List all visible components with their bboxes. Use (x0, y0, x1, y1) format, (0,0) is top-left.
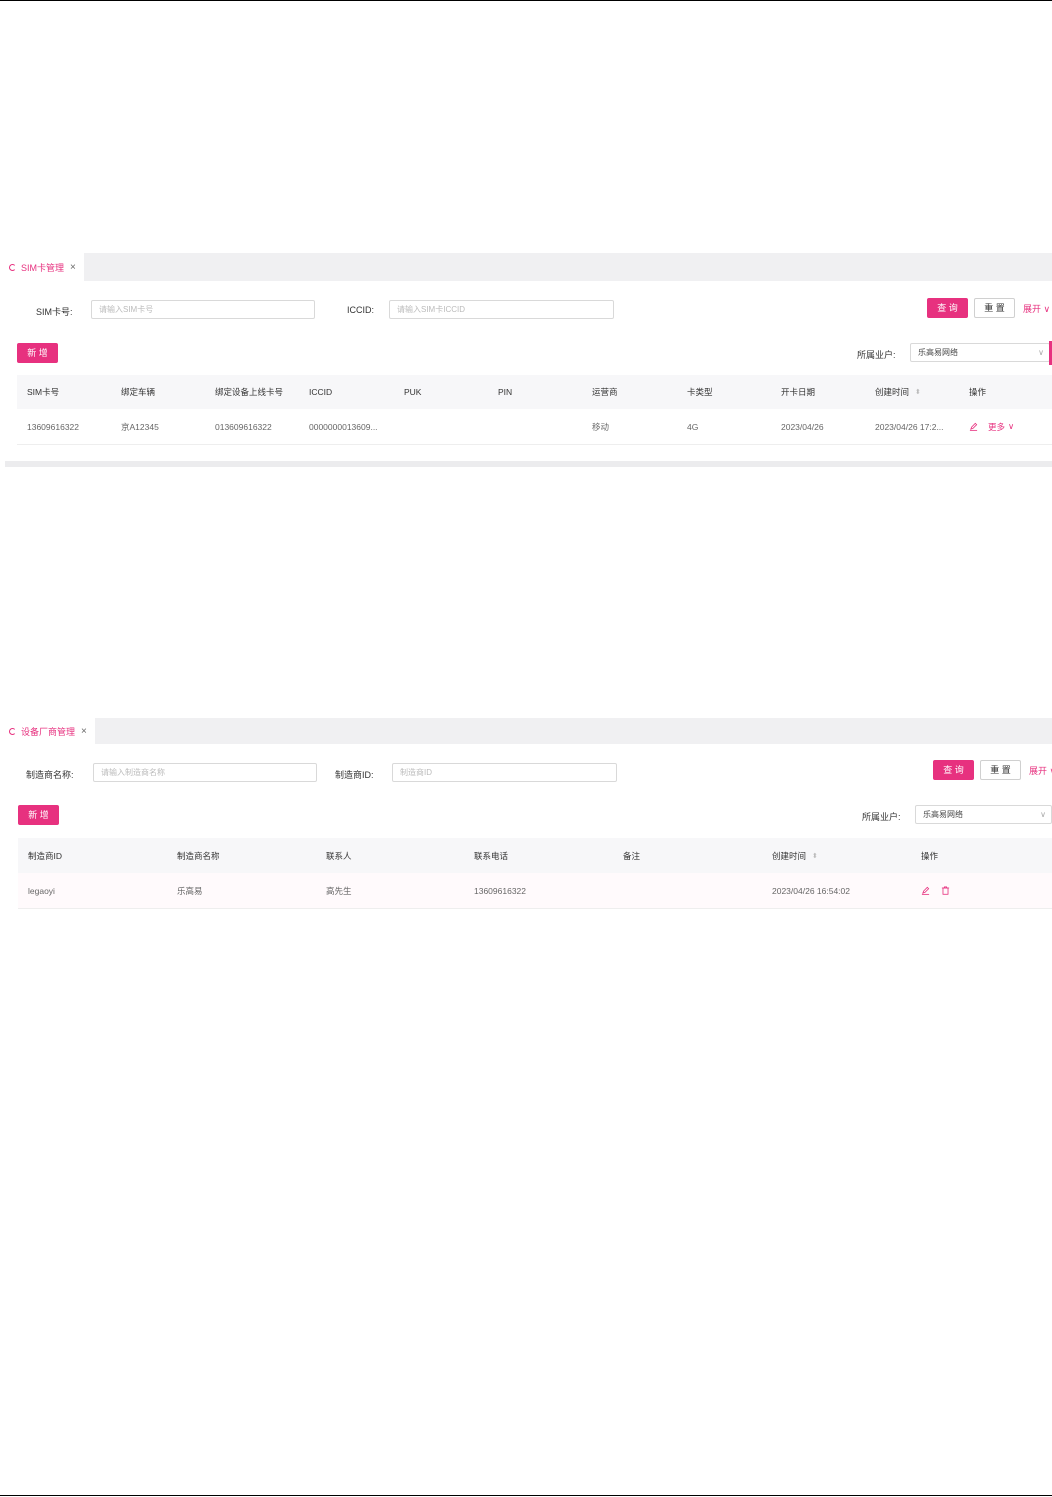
cell-manufacturer-name: 乐高易 (177, 885, 203, 896)
cell-card-type: 4G (687, 421, 699, 432)
edit-icon[interactable] (969, 422, 978, 431)
expand-link[interactable]: 展开 ∨ (1029, 764, 1052, 777)
col-device-card: 绑定设备上线卡号 (215, 387, 284, 397)
bottom-scrollbar[interactable] (5, 461, 1052, 467)
sim-table-header: SIM卡号 绑定车辆 绑定设备上线卡号 ICCID PUK PIN 运营商 卡类… (17, 375, 1052, 409)
cell-phone: 13609616322 (474, 885, 527, 896)
sim-management-panel: SIM卡管理 × SIM卡号: 请输入SIM卡号 ICCID: 请输入SIM卡I… (5, 253, 1052, 467)
col-contact: 联系人 (326, 850, 352, 861)
tab-manufacturer-management[interactable]: 设备厂商管理 × (5, 718, 95, 744)
loading-icon (9, 727, 16, 735)
row-actions (921, 873, 950, 908)
col-actions: 操作 (969, 387, 987, 397)
col-carrier: 运营商 (592, 387, 618, 397)
sort-icon[interactable]: ⬍ (812, 852, 818, 860)
col-actions: 操作 (921, 850, 939, 861)
sort-icon[interactable]: ⬍ (915, 388, 921, 396)
col-manufacturer-name: 制造商名称 (177, 850, 220, 861)
chevron-down-icon: ∨ (1008, 421, 1015, 431)
manufacturer-name-input[interactable]: 请输入制造商名称 (93, 763, 317, 782)
edit-icon[interactable] (921, 886, 930, 895)
col-puk: PUK (404, 387, 422, 397)
iccid-input[interactable]: 请输入SIM卡ICCID (389, 300, 614, 319)
tenant-select[interactable]: 乐高易网络 ∨ (910, 343, 1050, 362)
loading-icon (9, 263, 16, 271)
cell-created: 2023/04/26 17:2... (875, 421, 944, 432)
expand-link[interactable]: 展开 ∨ (1023, 302, 1050, 315)
cell-contact: 高先生 (326, 885, 352, 896)
cell-vehicle: 京A12345 (121, 421, 159, 432)
chevron-down-icon: ∨ (1038, 348, 1044, 357)
manufacturer-name-label: 制造商名称: (26, 770, 74, 780)
tab-label: 设备厂商管理 (21, 726, 76, 737)
cell-open-date: 2023/04/26 (781, 421, 824, 432)
sim-tab-bar: SIM卡管理 × (5, 253, 1052, 281)
add-button[interactable]: 新 增 (17, 343, 58, 363)
tenant-select[interactable]: 乐高易网络 ∨ (915, 805, 1052, 824)
manufacturer-id-label: 制造商ID: (335, 770, 374, 780)
iccid-label: ICCID: (347, 305, 374, 315)
row-actions: 更多 ∨ (969, 409, 1014, 444)
cell-manufacturer-id: legaoyi (28, 885, 55, 896)
col-note: 备注 (623, 850, 641, 861)
tenant-value: 乐高易网络 (918, 348, 958, 357)
top-rule (0, 0, 1052, 1)
add-button[interactable]: 新 增 (18, 805, 59, 825)
manufacturer-table-header: 制造商ID 制造商名称 联系人 联系电话 备注 创建时间 ⬍ 操作 (18, 838, 1052, 873)
tab-sim-management[interactable]: SIM卡管理 × (5, 253, 84, 281)
cell-created: 2023/04/26 16:54:02 (772, 885, 850, 896)
chevron-down-icon: ∨ (1040, 810, 1046, 819)
cell-iccid: 0000000013609... (309, 421, 378, 432)
col-phone: 联系电话 (474, 850, 509, 861)
col-created[interactable]: 创建时间 ⬍ (875, 375, 921, 409)
col-sim-number: SIM卡号 (27, 387, 60, 397)
sim-number-input[interactable]: 请输入SIM卡号 (91, 300, 315, 319)
manufacturer-id-input[interactable]: 制造商ID (392, 763, 617, 782)
cell-sim-number: 13609616322 (27, 421, 80, 432)
reset-button[interactable]: 重 置 (974, 298, 1015, 318)
manufacturer-management-panel: 设备厂商管理 × 制造商名称: 请输入制造商名称 制造商ID: 制造商ID 查 … (5, 718, 1052, 913)
col-vehicle: 绑定车辆 (121, 387, 156, 397)
cell-carrier: 移动 (592, 421, 610, 432)
table-row: legaoyi 乐高易 高先生 13609616322 2023/04/26 1… (18, 873, 1052, 909)
more-link[interactable]: 更多 (988, 421, 1005, 433)
col-open-date: 开卡日期 (781, 387, 816, 397)
tenant-value: 乐高易网络 (923, 810, 963, 819)
col-card-type: 卡类型 (687, 387, 713, 397)
close-icon[interactable]: × (81, 726, 87, 737)
col-pin: PIN (498, 387, 513, 397)
sim-number-label: SIM卡号: (36, 307, 73, 317)
reset-button[interactable]: 重 置 (980, 760, 1021, 780)
tab-label: SIM卡管理 (21, 262, 65, 273)
query-button[interactable]: 查 询 (933, 760, 974, 780)
cell-device-card: 013609616322 (215, 421, 272, 432)
col-manufacturer-id: 制造商ID (28, 850, 63, 861)
manufacturer-tab-bar: 设备厂商管理 × (5, 718, 1052, 744)
col-created[interactable]: 创建时间 ⬍ (772, 838, 818, 873)
close-icon[interactable]: × (70, 262, 76, 273)
table-row: 13609616322 京A12345 013609616322 0000000… (17, 409, 1052, 445)
tenant-label: 所属业户: (862, 812, 901, 822)
bottom-rule (0, 1495, 1052, 1496)
chevron-down-icon: ∨ (1047, 766, 1052, 776)
chevron-down-icon: ∨ (1041, 304, 1051, 314)
query-button[interactable]: 查 询 (927, 298, 968, 318)
col-iccid: ICCID (309, 387, 333, 397)
tenant-label: 所属业户: (857, 350, 896, 360)
delete-icon[interactable] (941, 886, 950, 895)
